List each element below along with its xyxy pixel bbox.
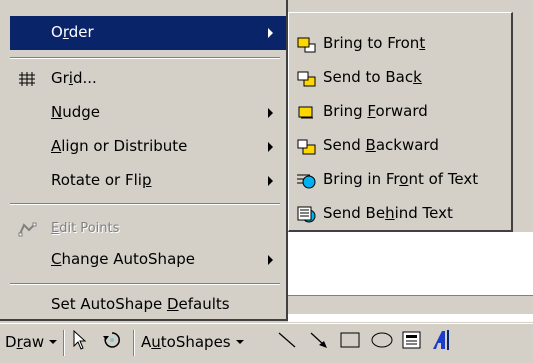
submenu-item-bring-to-front[interactable]: Bring to Front [289, 27, 511, 61]
submenu-item-label: Send Behind Text [323, 204, 453, 222]
menu-item-label: Change AutoShape [51, 250, 196, 268]
submenu-item-label: Bring Forward [323, 102, 428, 120]
select-objects-button[interactable] [72, 329, 88, 354]
submenu-item-label: Send Backward [323, 136, 439, 154]
send-behind-text-icon [296, 206, 318, 224]
submenu-arrow-icon [268, 176, 273, 186]
bring-to-front-icon [296, 36, 318, 54]
toolbar-separator [133, 330, 135, 356]
menu-item-label: Order [51, 23, 94, 41]
submenu-item-label: Send to Back [323, 68, 422, 86]
submenu-item-bring-in-front-of-text[interactable]: Bring in Front of Text [289, 163, 511, 197]
submenu-item-label: Bring in Front of Text [323, 170, 479, 188]
pointer-arrow-icon [72, 329, 88, 354]
menu-item-grid[interactable]: Grid... [0, 62, 286, 96]
menu-item-set-autoshape-defaults[interactable]: Set AutoShape Defaults [0, 288, 286, 322]
bring-in-front-of-text-icon [296, 172, 318, 190]
menu-item-rotate-or-flip[interactable]: Rotate or Flip [0, 164, 286, 198]
edit-points-icon [18, 221, 38, 241]
send-backward-icon [296, 138, 318, 156]
autoshapes-button-label: AutoShapes [141, 333, 231, 351]
submenu-item-send-backward[interactable]: Send Backward [289, 129, 511, 163]
toolbar-separator [63, 330, 65, 356]
menu-item-label: Grid... [51, 69, 97, 87]
grid-icon [18, 71, 36, 91]
menu-separator [10, 203, 280, 205]
background-toolbar [288, 295, 533, 314]
submenu-item-label: Bring to Front [323, 34, 426, 52]
dropdown-caret-icon [49, 340, 58, 344]
menu-item-label: Rotate or Flip [51, 171, 152, 189]
dropdown-caret-icon [235, 340, 244, 344]
submenu-arrow-icon [268, 255, 273, 265]
menu-item-label: Align or Distribute [51, 137, 188, 155]
wordart-tool-button[interactable] [430, 330, 452, 354]
oval-icon [370, 330, 394, 354]
menu-item-nudge[interactable]: Nudge [0, 96, 286, 130]
free-rotate-icon [102, 330, 122, 354]
menu-item-order[interactable]: Order [10, 16, 286, 50]
menu-item-label: Nudge [51, 103, 101, 121]
drawing-toolbar: Draw AutoShapes [0, 323, 533, 363]
rectangle-icon [339, 330, 361, 354]
menu-separator [10, 57, 280, 59]
text-box-icon [401, 330, 423, 354]
submenu-arrow-icon [268, 142, 273, 152]
free-rotate-button[interactable] [102, 330, 122, 354]
bring-forward-icon [296, 104, 318, 122]
order-submenu: Bring to Front Send to Back Bring Forwar… [288, 12, 513, 232]
line-tool-button[interactable] [276, 330, 298, 354]
submenu-item-bring-forward[interactable]: Bring Forward [289, 95, 511, 129]
menu-item-label: Edit Points [51, 221, 120, 236]
draw-menu-button[interactable]: Draw [5, 330, 58, 354]
autoshapes-menu-button[interactable]: AutoShapes [141, 330, 244, 354]
send-to-back-icon [296, 70, 318, 88]
text-box-tool-button[interactable] [401, 330, 423, 354]
submenu-item-send-to-back[interactable]: Send to Back [289, 61, 511, 95]
arrow-tool-button[interactable] [308, 330, 330, 354]
menu-item-align-or-distribute[interactable]: Align or Distribute [0, 130, 286, 164]
menu-item-label: Set AutoShape Defaults [51, 295, 230, 313]
menu-item-change-autoshape[interactable]: Change AutoShape [0, 243, 286, 277]
menu-separator [10, 283, 280, 285]
arrow-icon [308, 330, 330, 354]
submenu-item-send-behind-text[interactable]: Send Behind Text [289, 197, 511, 231]
background-strip [288, 0, 533, 12]
submenu-arrow-icon [268, 108, 273, 118]
oval-tool-button[interactable] [370, 330, 394, 354]
wordart-icon [430, 328, 452, 356]
draw-menu: Order Grid... Nudge Align or Distribute … [0, 0, 288, 321]
draw-button-label: Draw [5, 333, 45, 351]
line-icon [276, 330, 298, 354]
submenu-arrow-icon [268, 28, 273, 38]
menu-item-edit-points[interactable]: Edit Points [0, 212, 286, 246]
rectangle-tool-button[interactable] [339, 330, 361, 354]
